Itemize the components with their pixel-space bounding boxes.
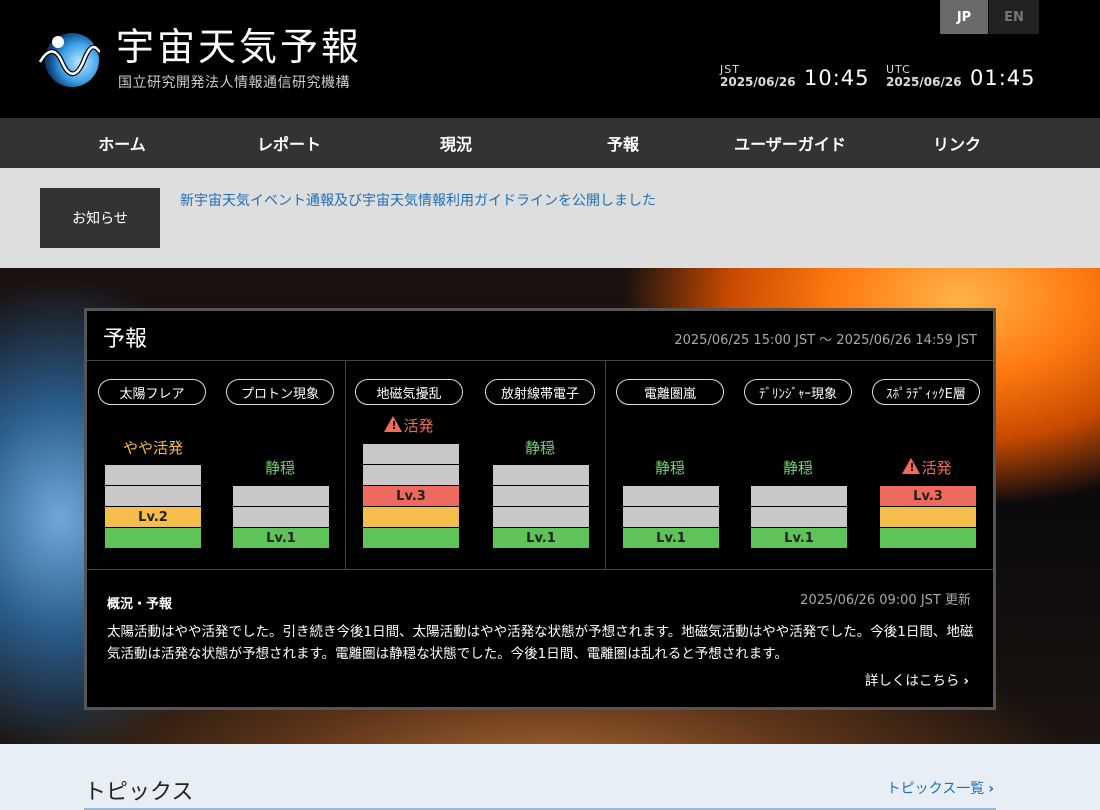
notice-link[interactable]: 新宇宙天気イベント通報及び宇宙天気情報利用ガイドラインを公開しました [180,190,656,210]
status-sporadic-e-text: 活発 [921,459,952,477]
gauge-segment [105,528,201,548]
utc-clock-label: UTC 2025/06/26 [886,64,962,89]
summary-heading: 概況・予報 [107,597,173,612]
gauge-level-label: Lv.2 [105,507,201,527]
gauge-radiation-belt: Lv.1 [493,465,589,549]
status-proton-event: 静穏 [264,459,295,477]
pill-dellinger[interactable]: ﾃﾞﾘﾝｼﾞｬｰ現象 [744,379,852,405]
gauge-proton-event: Lv.1 [233,486,329,549]
pill-geomagnetic[interactable]: 地磁気擾乱 [355,379,463,405]
gauge-segment [363,507,459,527]
gauge-segment [751,507,847,527]
topics-list-link[interactable]: トピックス一覧 › [887,778,994,798]
pill-solar-flare[interactable]: 太陽フレア [98,379,206,405]
status-dellinger: 静穏 [782,459,813,477]
gauge-dellinger: Lv.1 [751,486,847,549]
more-details-label: 詳しくはこちら [864,673,960,689]
nict-logo-icon[interactable] [38,30,100,88]
chevron-right-icon: › [988,781,994,797]
utc-time: 01:45 [970,66,1036,90]
nav-home[interactable]: ホーム [42,118,202,168]
status-radiation-belt: 静穏 [524,439,555,457]
gauge-segment [751,486,847,506]
topics-list-label: トピックス一覧 [886,781,985,797]
topics-title: トピックス [84,780,194,805]
divider [605,361,606,569]
gauge-solar-flare: Lv.2 [105,465,201,549]
forecast-title: 予報 [103,327,148,352]
status-sporadic-e: 活発 [877,457,977,478]
gauge-segment [493,507,589,527]
divider [87,569,993,570]
site-title[interactable]: 宇宙天気予報 [116,24,362,70]
more-details-link[interactable]: 詳しくはこちら › [865,669,969,689]
status-solar-flare: やや活発 [122,439,183,457]
warning-icon [902,458,921,474]
lang-jp-button[interactable]: JP [940,0,988,34]
gauge-level-label: Lv.1 [493,528,589,548]
jst-clock-label: JST 2025/06/26 [720,64,796,89]
gauge-segment [623,486,719,506]
gauge-segment [623,507,719,527]
gauge-sporadic-e: Lv.3 [880,486,976,549]
pill-proton-event[interactable]: プロトン現象 [226,379,334,405]
gauge-level-label: Lv.3 [363,486,459,506]
divider [345,361,346,569]
pill-sporadic-e[interactable]: ｽﾎﾟﾗﾃﾞｨｯｸE層 [872,379,980,405]
chevron-right-icon: › [963,673,969,689]
gauge-level-label: Lv.1 [751,528,847,548]
lang-en-button[interactable]: EN [989,0,1039,34]
gauge-segment [880,528,976,548]
gauge-segment [363,465,459,485]
gauge-segment [233,507,329,527]
gauge-segment [105,486,201,506]
gauge-segment [493,465,589,485]
notice-label[interactable]: お知らせ [40,188,160,248]
nav-current[interactable]: 現況 [376,118,536,168]
jst-time: 10:45 [804,66,870,90]
summary-text: 太陽活動はやや活発でした。引き続き今後1日間、太陽活動はやや活発な状態が予想され… [107,624,974,662]
nav-links[interactable]: リンク [877,118,1037,168]
gauge-segment [493,486,589,506]
site-subtitle: 国立研究開発法人情報通信研究機構 [118,75,350,91]
jst-date: 2025/06/26 [720,75,796,89]
topics-section: トピックス トピックス一覧 › [0,744,1100,810]
summary-updated: 2025/06/26 09:00 JST 更新 [800,593,971,608]
main-nav: ホーム レポート 現況 予報 ユーザーガイド リンク [0,118,1100,168]
gauge-level-label: Lv.3 [880,486,976,506]
site-header: 宇宙天気予報 国立研究開発法人情報通信研究機構 JP EN JST 2025/0… [0,0,1100,118]
nav-forecast[interactable]: 予報 [543,118,703,168]
gauge-ionospheric-storm: Lv.1 [623,486,719,549]
gauge-segment [363,444,459,464]
status-geomagnetic-text: 活発 [403,417,434,435]
utc-date: 2025/06/26 [886,75,962,89]
nav-report[interactable]: レポート [209,118,369,168]
gauge-level-label: Lv.1 [233,528,329,548]
gauge-segment [105,465,201,485]
forecast-range: 2025/06/25 15:00 JST 〜 2025/06/26 14:59 … [674,333,977,348]
gauge-segment [363,528,459,548]
status-ionospheric-storm: 静穏 [654,459,685,477]
notice-bar: お知らせ 新宇宙天気イベント通報及び宇宙天気情報利用ガイドラインを公開しました [0,168,1100,268]
forecast-panel: 予報 2025/06/25 15:00 JST 〜 2025/06/26 14:… [84,308,996,710]
gauge-geomagnetic: Lv.3 [363,444,459,549]
nav-user-guide[interactable]: ユーザーガイド [710,118,870,168]
warning-icon [384,416,403,432]
pill-ionospheric-storm[interactable]: 電離圏嵐 [616,379,724,405]
gauge-segment [880,507,976,527]
status-geomagnetic: 活発 [359,415,459,436]
pill-radiation-belt[interactable]: 放射線帯電子 [485,379,595,405]
gauge-segment [233,486,329,506]
divider [87,360,993,361]
gauge-level-label: Lv.1 [623,528,719,548]
